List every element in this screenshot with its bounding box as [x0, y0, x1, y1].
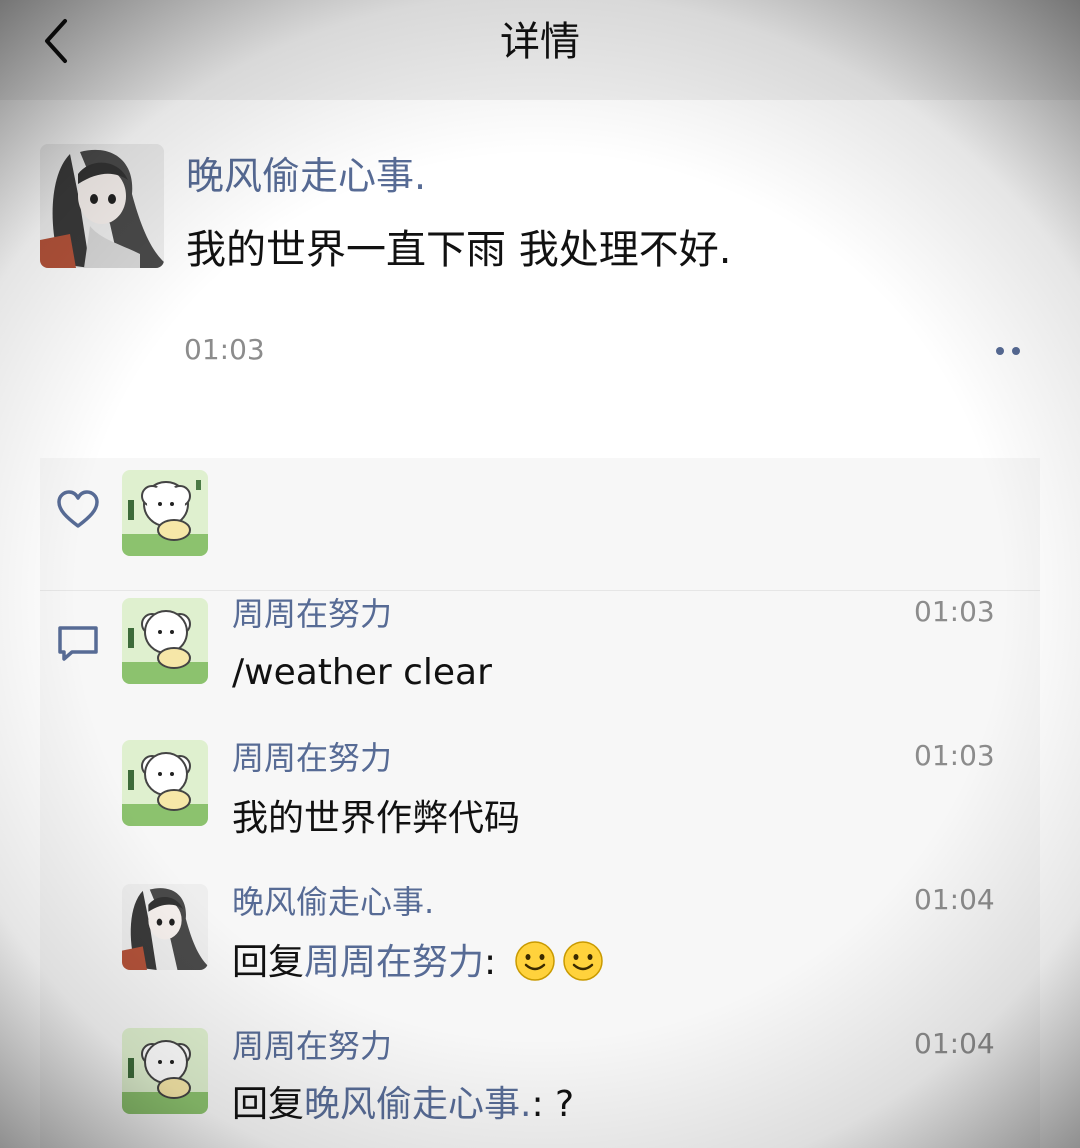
more-icon-dot: [1012, 347, 1020, 355]
liker-avatar[interactable]: [122, 470, 208, 556]
comment-text[interactable]: /weather clear: [232, 648, 492, 698]
comment-avatar[interactable]: [122, 884, 208, 970]
comment-avatar[interactable]: [122, 1028, 208, 1114]
screen: 详情 晚风偷走心事. 我的世界一直下雨 我处理不好. 01:03 周周在努力 0…: [0, 0, 1080, 1148]
sheep-avatar-image: [122, 598, 208, 684]
nav-bar: 详情: [0, 0, 1080, 100]
comment-author[interactable]: 周周在努力: [232, 736, 392, 780]
post-author-avatar[interactable]: [40, 144, 164, 268]
comment-author[interactable]: 晚风偷走心事.: [232, 880, 434, 924]
comment-avatar[interactable]: [122, 740, 208, 826]
comment-time: 01:03: [914, 739, 995, 772]
more-icon-dot: [996, 347, 1004, 355]
anime-girl-avatar-image: [122, 884, 208, 970]
comment-avatar[interactable]: [122, 598, 208, 684]
comment-author[interactable]: 周周在努力: [232, 592, 392, 636]
sheep-avatar-image: [122, 1028, 208, 1114]
reply-body: : ?: [531, 1084, 575, 1125]
anime-girl-avatar-image: [40, 144, 164, 268]
comment-author[interactable]: 周周在努力: [232, 1024, 392, 1068]
reply-prefix: 回复: [232, 942, 305, 983]
sheep-avatar-image: [122, 470, 208, 556]
reply-body: :: [484, 942, 497, 983]
post-time: 01:03: [184, 333, 265, 366]
comment-text[interactable]: 我的世界作弊代码: [232, 794, 520, 844]
reply-to-user[interactable]: 周周在努力: [304, 942, 484, 983]
page-title: 详情: [500, 19, 580, 65]
comment-text[interactable]: 回复晚风偷走心事.: ?: [232, 1080, 574, 1130]
comment-time: 01:04: [914, 883, 995, 916]
sheep-avatar-image: [122, 740, 208, 826]
smile-emoji-icon: [562, 941, 603, 981]
heart-icon: [57, 490, 99, 528]
comment-time: 01:03: [914, 595, 995, 628]
smile-emoji-icon: [514, 941, 555, 981]
likes-divider: [40, 590, 1040, 591]
comment-icon: [58, 626, 98, 661]
reply-to-user[interactable]: 晚风偷走心事.: [304, 1084, 531, 1125]
comment-time: 01:04: [914, 1027, 995, 1060]
comment-text[interactable]: 回复周周在努力:: [232, 938, 604, 988]
post-author-name[interactable]: 晚风偷走心事.: [186, 150, 426, 202]
reply-prefix: 回复: [232, 1084, 305, 1125]
more-button[interactable]: [980, 336, 1036, 366]
post-text: 我的世界一直下雨 我处理不好.: [186, 227, 732, 273]
